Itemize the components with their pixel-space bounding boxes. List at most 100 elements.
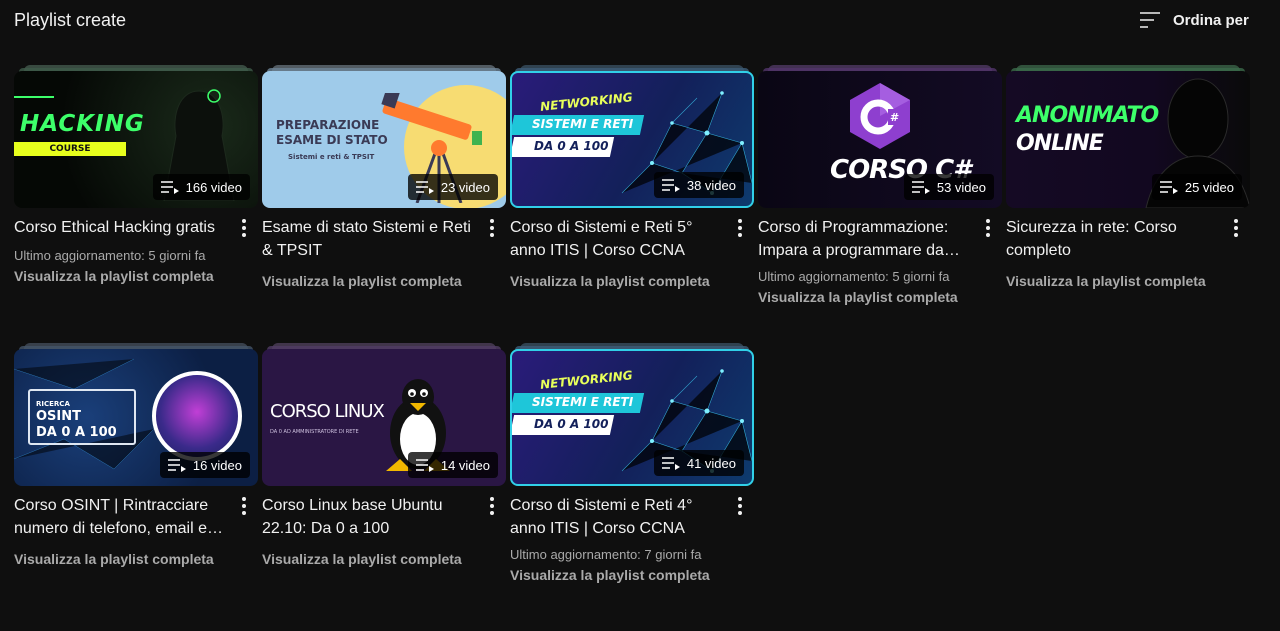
playlist-card: NETWORKING SISTEMI E RETI DA 0 A 100 38 … xyxy=(510,65,754,289)
last-updated: Ultimo aggiornamento: 5 giorni fa xyxy=(758,269,950,284)
playlist-title[interactable]: Corso OSINT | Rintracciare numero di tel… xyxy=(14,494,228,540)
video-count-badge: 53 video xyxy=(903,174,994,200)
video-count-badge: 38 video xyxy=(653,172,744,198)
playlist-card: CORSO LINUX DA 0 AD AMMINISTRATORE DI RE… xyxy=(262,343,506,567)
playlist-icon xyxy=(661,457,680,470)
sort-label: Ordina per xyxy=(1173,11,1249,29)
circuit-line xyxy=(14,96,54,98)
playlist-thumbnail[interactable]: PREPARAZIONE ESAME DI STATO Sistemi e re… xyxy=(262,71,506,208)
card-info: Esame di stato Sistemi e Reti & TPSIT Vi… xyxy=(262,208,506,289)
thumb-label: RICERCA xyxy=(36,400,70,408)
thumb-heading: CORSO LINUX xyxy=(270,401,385,422)
video-count: 16 video xyxy=(192,457,242,473)
video-count: 53 video xyxy=(936,179,986,195)
playlist-title[interactable]: Corso Linux base Ubuntu 22.10: Da 0 a 10… xyxy=(262,494,476,540)
svg-text:#: # xyxy=(890,111,899,124)
last-updated: Ultimo aggiornamento: 5 giorni fa xyxy=(14,248,206,263)
playlist-card: ANONIMATO ONLINE 25 video Sicurezza in r… xyxy=(1006,65,1250,289)
playlist-thumbnail[interactable]: NETWORKING SISTEMI E RETI DA 0 A 100 38 … xyxy=(510,71,754,208)
thumb-heading: ANONIMATO xyxy=(1016,103,1159,128)
sort-icon xyxy=(1140,12,1160,28)
thumb-subheading-2: DA 0 A 100 xyxy=(534,139,609,153)
page-title: Playlist create xyxy=(14,10,127,30)
thumb-subheading: SISTEMI E RETI xyxy=(532,395,634,409)
playlist-card: NETWORKING SISTEMI E RETI DA 0 A 100 41 … xyxy=(510,343,754,583)
playlist-card: PREPARAZIONE ESAME DI STATO Sistemi e re… xyxy=(262,65,506,289)
thumb-heading: OSINT xyxy=(36,409,81,424)
video-count: 38 video xyxy=(686,177,736,193)
playlist-title[interactable]: Corso di Sistemi e Reti 4° anno ITIS | C… xyxy=(510,494,724,540)
more-options-button[interactable] xyxy=(234,494,254,518)
video-count-badge: 14 video xyxy=(407,452,498,478)
playlist-icon xyxy=(415,181,434,194)
playlist-title[interactable]: Corso di Sistemi e Reti 5° anno ITIS | C… xyxy=(510,216,724,262)
thumb-subheading: DA 0 AD AMMINISTRATORE DI RETE xyxy=(270,429,359,435)
view-full-playlist-link[interactable]: Visualizza la playlist completa xyxy=(14,268,258,284)
video-count-badge: 23 video xyxy=(407,174,498,200)
thumb-subheading-2: DA 0 A 100 xyxy=(534,417,609,431)
thumb-subheading: SISTEMI E RETI xyxy=(532,117,634,131)
header: Playlist create Ordina per xyxy=(0,0,1280,44)
thumb-subheading: DA 0 A 100 xyxy=(36,425,117,440)
more-options-button[interactable] xyxy=(1226,216,1246,240)
video-count: 25 video xyxy=(1184,179,1234,195)
playlist-title[interactable]: Esame di stato Sistemi e Reti & TPSIT xyxy=(262,216,476,262)
more-options-button[interactable] xyxy=(482,216,502,240)
playlist-title[interactable]: Corso Ethical Hacking gratis xyxy=(14,216,228,239)
more-options-button[interactable] xyxy=(730,216,750,240)
thumb-subheading: COURSE xyxy=(14,142,126,156)
playlist-card: HACKING COURSE 166 video Corso Ethical H… xyxy=(14,65,258,284)
thumb-subheading: Sistemi e reti & TPSIT xyxy=(288,153,375,161)
playlist-card: RICERCA OSINT DA 0 A 100 16 video Corso … xyxy=(14,343,258,567)
view-full-playlist-link[interactable]: Visualizza la playlist completa xyxy=(262,273,506,289)
view-full-playlist-link[interactable]: Visualizza la playlist completa xyxy=(14,551,258,567)
view-full-playlist-link[interactable]: Visualizza la playlist completa xyxy=(510,273,754,289)
more-options-button[interactable] xyxy=(482,494,502,518)
playlist-icon xyxy=(167,459,186,472)
playlist-thumbnail[interactable]: # CORSO C# 53 video xyxy=(758,71,1002,208)
card-info: Sicurezza in rete: Corso completo Visual… xyxy=(1006,208,1250,289)
video-count: 23 video xyxy=(440,179,490,195)
video-count: 41 video xyxy=(686,455,736,471)
view-full-playlist-link[interactable]: Visualizza la playlist completa xyxy=(262,551,506,567)
playlist-thumbnail[interactable]: NETWORKING SISTEMI E RETI DA 0 A 100 41 … xyxy=(510,349,754,486)
csharp-logo-icon: # xyxy=(850,83,910,149)
thumb-heading: HACKING xyxy=(20,111,145,137)
playlist-icon xyxy=(911,181,930,194)
playlist-title[interactable]: Corso di Programmazione: Impara a progra… xyxy=(758,216,972,262)
video-count-badge: 166 video xyxy=(152,174,250,200)
playlist-thumbnail[interactable]: HACKING COURSE 166 video xyxy=(14,71,258,208)
card-info: Corso OSINT | Rintracciare numero di tel… xyxy=(14,486,258,567)
thumb-subheading: ONLINE xyxy=(1016,131,1104,156)
video-count-badge: 41 video xyxy=(653,450,744,476)
sort-button[interactable]: Ordina per xyxy=(1138,6,1249,34)
card-info: Corso Ethical Hacking gratis Ultimo aggi… xyxy=(14,208,258,284)
playlist-card: # CORSO C# 53 video Corso di Programmazi… xyxy=(758,65,1002,305)
playlist-thumbnail[interactable]: ANONIMATO ONLINE 25 video xyxy=(1006,71,1250,208)
card-info: Corso di Programmazione: Impara a progra… xyxy=(758,208,1002,305)
video-count-badge: 16 video xyxy=(159,452,250,478)
view-full-playlist-link[interactable]: Visualizza la playlist completa xyxy=(510,567,754,583)
video-count: 166 video xyxy=(185,179,242,195)
portrait-circle xyxy=(152,371,242,461)
view-full-playlist-link[interactable]: Visualizza la playlist completa xyxy=(1006,273,1250,289)
playlist-thumbnail[interactable]: RICERCA OSINT DA 0 A 100 16 video xyxy=(14,349,258,486)
playlist-icon xyxy=(661,179,680,192)
card-info: Corso di Sistemi e Reti 4° anno ITIS | C… xyxy=(510,486,754,583)
view-full-playlist-link[interactable]: Visualizza la playlist completa xyxy=(758,289,1002,305)
video-count: 14 video xyxy=(440,457,490,473)
more-options-button[interactable] xyxy=(730,494,750,518)
thumb-heading: PREPARAZIONE xyxy=(276,118,380,132)
more-options-button[interactable] xyxy=(978,216,998,240)
more-options-button[interactable] xyxy=(234,216,254,240)
playlist-thumbnail[interactable]: CORSO LINUX DA 0 AD AMMINISTRATORE DI RE… xyxy=(262,349,506,486)
thumb-heading-2: ESAME DI STATO xyxy=(276,133,388,147)
playlist-icon xyxy=(160,181,179,194)
playlist-icon xyxy=(1159,181,1178,194)
video-count-badge: 25 video xyxy=(1151,174,1242,200)
playlist-title[interactable]: Sicurezza in rete: Corso completo xyxy=(1006,216,1220,262)
last-updated: Ultimo aggiornamento: 7 giorni fa xyxy=(510,547,702,562)
playlist-icon xyxy=(415,459,434,472)
card-info: Corso di Sistemi e Reti 5° anno ITIS | C… xyxy=(510,208,754,289)
card-info: Corso Linux base Ubuntu 22.10: Da 0 a 10… xyxy=(262,486,506,567)
